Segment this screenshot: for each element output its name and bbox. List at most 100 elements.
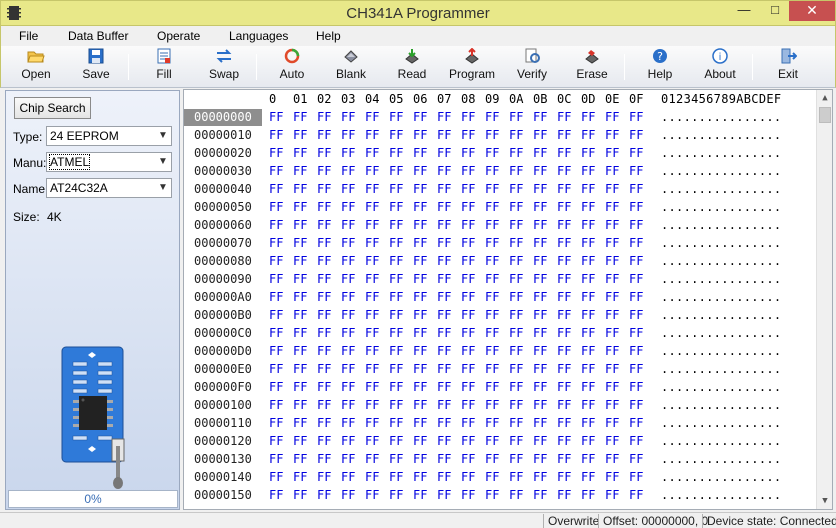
- hex-byte-cell[interactable]: FF: [533, 380, 547, 394]
- row-address[interactable]: 00000120: [184, 433, 262, 450]
- chip-search-button[interactable]: Chip Search: [14, 97, 91, 119]
- hex-byte-cell[interactable]: FF: [485, 218, 499, 232]
- ascii-preview[interactable]: ................: [661, 218, 781, 232]
- hex-byte-cell[interactable]: FF: [533, 254, 547, 268]
- hex-byte-cell[interactable]: FF: [293, 236, 307, 250]
- hex-byte-cell[interactable]: FF: [293, 218, 307, 232]
- hex-byte-cell[interactable]: FF: [293, 254, 307, 268]
- hex-byte-cell[interactable]: FF: [293, 398, 307, 412]
- hex-byte-cell[interactable]: FF: [581, 200, 595, 214]
- row-address[interactable]: 000000E0: [184, 361, 262, 378]
- hex-byte-cell[interactable]: FF: [341, 236, 355, 250]
- ascii-preview[interactable]: ................: [661, 290, 781, 304]
- hex-byte-cell[interactable]: FF: [461, 128, 475, 142]
- hex-byte-cell[interactable]: FF: [389, 200, 403, 214]
- hex-byte-cell[interactable]: FF: [485, 344, 499, 358]
- hex-byte-cell[interactable]: FF: [269, 434, 283, 448]
- row-address[interactable]: 00000140: [184, 469, 262, 486]
- hex-byte-cell[interactable]: FF: [581, 308, 595, 322]
- hex-byte-cell[interactable]: FF: [317, 146, 331, 160]
- hex-byte-cell[interactable]: FF: [341, 272, 355, 286]
- hex-byte-cell[interactable]: FF: [629, 236, 643, 250]
- row-address[interactable]: 00000110: [184, 415, 262, 432]
- hex-byte-cell[interactable]: FF: [581, 362, 595, 376]
- ascii-preview[interactable]: ................: [661, 488, 781, 502]
- hex-byte-cell[interactable]: FF: [509, 362, 523, 376]
- hex-byte-cell[interactable]: FF: [485, 290, 499, 304]
- hex-byte-cell[interactable]: FF: [413, 254, 427, 268]
- hex-byte-cell[interactable]: FF: [533, 128, 547, 142]
- hex-byte-cell[interactable]: FF: [581, 218, 595, 232]
- hex-byte-cell[interactable]: FF: [437, 434, 451, 448]
- chip-name-select[interactable]: AT24C32A ▼: [46, 178, 172, 198]
- hex-byte-cell[interactable]: FF: [557, 236, 571, 250]
- hex-byte-cell[interactable]: FF: [389, 254, 403, 268]
- hex-byte-cell[interactable]: FF: [341, 434, 355, 448]
- row-address[interactable]: 00000000: [184, 109, 262, 126]
- hex-byte-cell[interactable]: FF: [317, 236, 331, 250]
- ascii-preview[interactable]: ................: [661, 470, 781, 484]
- hex-byte-cell[interactable]: FF: [389, 344, 403, 358]
- hex-byte-cell[interactable]: FF: [317, 416, 331, 430]
- hex-byte-cell[interactable]: FF: [365, 272, 379, 286]
- hex-byte-cell[interactable]: FF: [437, 164, 451, 178]
- fill-button[interactable]: Fill: [137, 48, 191, 86]
- ascii-preview[interactable]: ................: [661, 380, 781, 394]
- hex-byte-cell[interactable]: FF: [317, 290, 331, 304]
- hex-byte-cell[interactable]: FF: [485, 452, 499, 466]
- hex-byte-cell[interactable]: FF: [461, 290, 475, 304]
- hex-byte-cell[interactable]: FF: [461, 200, 475, 214]
- hex-byte-cell[interactable]: FF: [629, 254, 643, 268]
- hex-byte-cell[interactable]: FF: [509, 164, 523, 178]
- hex-byte-cell[interactable]: FF: [413, 272, 427, 286]
- ascii-preview[interactable]: ................: [661, 200, 781, 214]
- hex-byte-cell[interactable]: FF: [461, 452, 475, 466]
- hex-byte-cell[interactable]: FF: [269, 362, 283, 376]
- hex-byte-cell[interactable]: FF: [413, 218, 427, 232]
- hex-byte-cell[interactable]: FF: [605, 308, 619, 322]
- hex-byte-cell[interactable]: FF: [629, 488, 643, 502]
- hex-byte-cell[interactable]: FF: [437, 452, 451, 466]
- hex-byte-cell[interactable]: FF: [293, 344, 307, 358]
- ascii-preview[interactable]: ................: [661, 182, 781, 196]
- maximize-button[interactable]: □: [761, 1, 789, 21]
- hex-byte-cell[interactable]: FF: [317, 200, 331, 214]
- hex-byte-cell[interactable]: FF: [437, 308, 451, 322]
- hex-byte-cell[interactable]: FF: [293, 362, 307, 376]
- program-button[interactable]: Program: [445, 48, 499, 86]
- hex-byte-cell[interactable]: FF: [581, 146, 595, 160]
- hex-byte-cell[interactable]: FF: [509, 218, 523, 232]
- hex-byte-cell[interactable]: FF: [533, 488, 547, 502]
- hex-byte-cell[interactable]: FF: [557, 452, 571, 466]
- hex-byte-cell[interactable]: FF: [269, 308, 283, 322]
- hex-byte-cell[interactable]: FF: [533, 398, 547, 412]
- hex-byte-cell[interactable]: FF: [461, 218, 475, 232]
- row-address[interactable]: 000000A0: [184, 289, 262, 306]
- hex-byte-cell[interactable]: FF: [629, 380, 643, 394]
- hex-byte-cell[interactable]: FF: [269, 182, 283, 196]
- hex-byte-cell[interactable]: FF: [269, 254, 283, 268]
- hex-byte-cell[interactable]: FF: [341, 254, 355, 268]
- hex-byte-cell[interactable]: FF: [605, 200, 619, 214]
- hex-byte-cell[interactable]: FF: [437, 344, 451, 358]
- hex-byte-cell[interactable]: FF: [533, 236, 547, 250]
- hex-byte-cell[interactable]: FF: [485, 128, 499, 142]
- hex-byte-cell[interactable]: FF: [461, 146, 475, 160]
- hex-byte-cell[interactable]: FF: [317, 434, 331, 448]
- swap-button[interactable]: Swap: [197, 48, 251, 86]
- hex-byte-cell[interactable]: FF: [317, 452, 331, 466]
- hex-byte-cell[interactable]: FF: [437, 110, 451, 124]
- hex-byte-cell[interactable]: FF: [605, 128, 619, 142]
- hex-byte-cell[interactable]: FF: [581, 488, 595, 502]
- verify-button[interactable]: Verify: [505, 48, 559, 86]
- hex-byte-cell[interactable]: FF: [365, 452, 379, 466]
- hex-byte-cell[interactable]: FF: [605, 398, 619, 412]
- hex-byte-cell[interactable]: FF: [557, 398, 571, 412]
- hex-byte-cell[interactable]: FF: [317, 326, 331, 340]
- hex-byte-cell[interactable]: FF: [269, 110, 283, 124]
- hex-byte-cell[interactable]: FF: [365, 362, 379, 376]
- hex-byte-cell[interactable]: FF: [269, 416, 283, 430]
- ascii-preview[interactable]: ................: [661, 434, 781, 448]
- hex-byte-cell[interactable]: FF: [437, 362, 451, 376]
- hex-byte-cell[interactable]: FF: [413, 470, 427, 484]
